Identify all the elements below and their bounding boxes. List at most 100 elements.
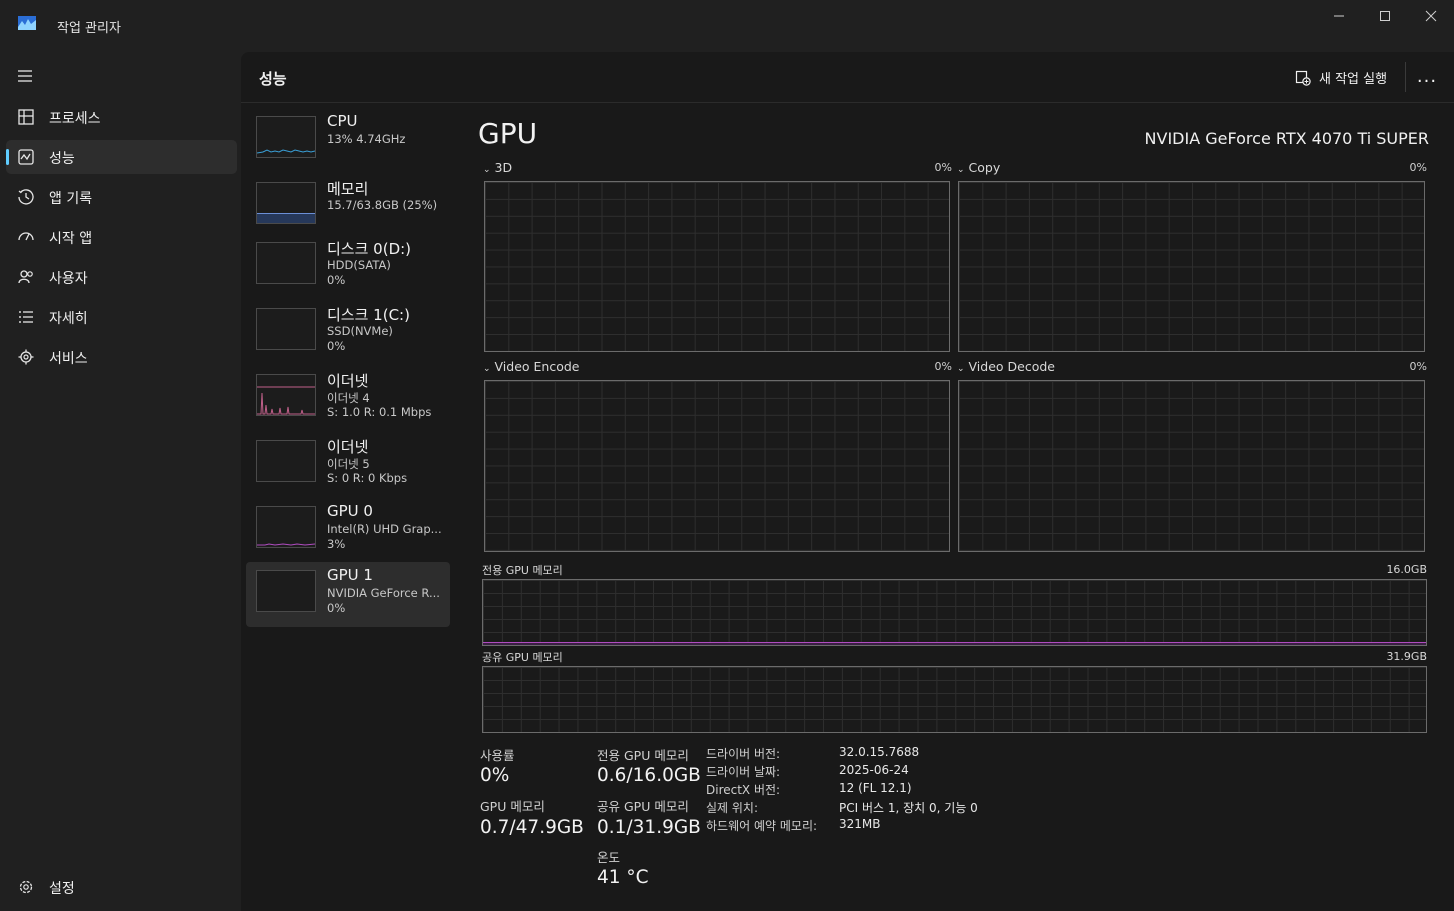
chevron-down-icon: ⌄ bbox=[483, 165, 491, 175]
disk1-thumbnail bbox=[256, 308, 316, 350]
more-options-button[interactable]: ... bbox=[1413, 66, 1441, 90]
active-indicator bbox=[6, 149, 9, 165]
processes-icon bbox=[18, 109, 34, 125]
close-button[interactable] bbox=[1408, 0, 1454, 32]
dedicated-memory-graph bbox=[482, 579, 1427, 646]
shared-stat-value: 0.1/31.9GB bbox=[597, 817, 701, 838]
details-icon bbox=[19, 311, 33, 323]
task-manager-icon bbox=[18, 16, 36, 30]
perf-item-title: GPU 1 bbox=[327, 566, 373, 584]
perf-item-value: S: 0 R: 0 Kbps bbox=[327, 471, 408, 485]
minimize-button[interactable] bbox=[1316, 0, 1362, 32]
perf-item-sub: 13% 4.74GHz bbox=[327, 132, 406, 146]
app-title: 작업 관리자 bbox=[57, 21, 121, 36]
perf-item-sub: 15.7/63.8GB (25%) bbox=[327, 198, 438, 212]
sidebar-item-startup[interactable]: 시작 앱 bbox=[6, 220, 237, 254]
physical-location-key: 실제 위치: bbox=[706, 801, 759, 815]
gpu-memory-value: 0.7/47.9GB bbox=[480, 817, 584, 838]
sidebar-item-label: 서비스 bbox=[49, 351, 88, 367]
new-task-button[interactable]: 새 작업 실행 bbox=[1295, 68, 1387, 87]
shared-memory-graph bbox=[482, 666, 1427, 733]
graph-3d bbox=[484, 181, 950, 352]
perf-item-disk1[interactable]: 디스크 1(C:) SSD(NVMe) 0% bbox=[246, 300, 450, 364]
dedicated-memory-max: 16.0GB bbox=[1386, 563, 1427, 576]
dedicated-memory-fill bbox=[483, 642, 1426, 645]
sidebar-item-processes[interactable]: 프로세스 bbox=[6, 100, 237, 134]
temperature-label: 온도 bbox=[597, 850, 621, 865]
ethernet5-thumbnail bbox=[256, 440, 316, 482]
perf-item-sub: Intel(R) UHD Grap... bbox=[327, 522, 442, 536]
memory-fill bbox=[257, 213, 315, 223]
sidebar-item-users[interactable]: 사용자 bbox=[6, 260, 237, 294]
sidebar-item-label: 설정 bbox=[49, 881, 75, 897]
physical-location-value: PCI 버스 1, 장치 0, 기능 0 bbox=[839, 801, 978, 815]
title-bar bbox=[0, 0, 1454, 52]
engine-label: Video Decode bbox=[968, 359, 1055, 374]
perf-item-gpu0[interactable]: GPU 0 Intel(R) UHD Grap... 3% bbox=[246, 498, 450, 562]
chevron-down-icon: ⌄ bbox=[483, 364, 491, 374]
perf-item-cpu[interactable]: CPU 13% 4.74GHz bbox=[246, 108, 450, 172]
cpu-sparkline bbox=[257, 149, 315, 154]
perf-item-ethernet4[interactable]: 이더넷 이더넷 4 S: 1.0 R: 0.1 Mbps bbox=[246, 366, 450, 430]
driver-date-key: 드라이버 날짜: bbox=[706, 765, 781, 779]
engine-pct: 0% bbox=[1409, 360, 1427, 373]
performance-icon bbox=[18, 149, 34, 165]
perf-item-title: 디스크 0(D:) bbox=[327, 240, 412, 258]
sidebar-item-services[interactable]: 서비스 bbox=[6, 340, 237, 374]
detail-title: GPU bbox=[478, 117, 538, 150]
gpu0-thumbnail bbox=[256, 506, 316, 548]
reserved-memory-key: 하드웨어 예약 메모리: bbox=[706, 819, 818, 833]
perf-item-value: 0% bbox=[327, 339, 346, 353]
perf-item-sub: NVIDIA GeForce R... bbox=[327, 586, 440, 600]
perf-item-title: GPU 0 bbox=[327, 502, 373, 520]
hamburger-icon[interactable] bbox=[14, 66, 36, 86]
engine-selector-video-encode[interactable]: ⌄ Video Encode bbox=[483, 359, 580, 374]
page-title: 성능 bbox=[259, 70, 287, 88]
dedicated-memory-label: 전용 GPU 메모리 bbox=[482, 564, 563, 577]
sidebar-item-settings[interactable]: 설정 bbox=[6, 870, 237, 904]
startup-icon bbox=[18, 232, 34, 241]
sidebar-item-label: 프로세스 bbox=[49, 111, 101, 127]
reserved-memory-value: 321MB bbox=[839, 817, 881, 831]
maximize-button[interactable] bbox=[1362, 0, 1408, 32]
perf-item-gpu1[interactable]: GPU 1 NVIDIA GeForce R... 0% bbox=[246, 562, 450, 627]
shared-memory-label: 공유 GPU 메모리 bbox=[482, 651, 563, 664]
cpu-thumbnail bbox=[256, 116, 316, 158]
memory-thumbnail bbox=[256, 182, 316, 224]
perf-item-ethernet5[interactable]: 이더넷 이더넷 5 S: 0 R: 0 Kbps bbox=[246, 432, 450, 496]
dedicated-stat-value: 0.6/16.0GB bbox=[597, 765, 701, 786]
sidebar-item-performance[interactable]: 성능 bbox=[6, 140, 237, 174]
gpu0-sparkline bbox=[257, 543, 315, 546]
perf-item-title: CPU bbox=[327, 112, 358, 130]
perf-item-value: 3% bbox=[327, 537, 346, 551]
engine-selector-3d[interactable]: ⌄ 3D bbox=[483, 160, 512, 175]
shared-memory-max: 31.9GB bbox=[1386, 650, 1427, 663]
ethernet4-sparkline bbox=[257, 386, 315, 415]
services-icon bbox=[18, 349, 34, 365]
perf-item-disk0[interactable]: 디스크 0(D:) HDD(SATA) 0% bbox=[246, 234, 450, 298]
close-icon bbox=[1425, 10, 1437, 22]
engine-selector-video-decode[interactable]: ⌄ Video Decode bbox=[957, 359, 1055, 374]
sidebar-item-app-history[interactable]: 앱 기록 bbox=[6, 180, 237, 214]
engine-label: Video Encode bbox=[494, 359, 580, 374]
perf-item-title: 디스크 1(C:) bbox=[327, 306, 410, 324]
perf-item-memory[interactable]: 메모리 15.7/63.8GB (25%) bbox=[246, 174, 450, 238]
gpu1-thumbnail bbox=[256, 570, 316, 612]
engine-label: 3D bbox=[494, 160, 513, 175]
engine-pct: 0% bbox=[934, 161, 952, 174]
perf-item-value: 0% bbox=[327, 601, 346, 615]
perf-item-title: 메모리 bbox=[327, 180, 369, 198]
sidebar-item-details[interactable]: 자세히 bbox=[6, 300, 237, 334]
header-divider bbox=[1405, 62, 1406, 92]
users-icon bbox=[18, 270, 33, 284]
engine-selector-copy[interactable]: ⌄ Copy bbox=[957, 160, 1000, 175]
perf-item-title: 이더넷 bbox=[327, 438, 369, 456]
disk0-thumbnail bbox=[256, 242, 316, 284]
page-header bbox=[241, 52, 1454, 103]
utilization-value: 0% bbox=[480, 765, 510, 786]
temperature-value: 41 °C bbox=[597, 867, 649, 888]
chevron-down-icon: ⌄ bbox=[957, 165, 965, 175]
graph-video-encode bbox=[484, 380, 950, 552]
perf-item-sub: 이더넷 5 bbox=[327, 457, 370, 471]
graph-copy bbox=[958, 181, 1425, 352]
